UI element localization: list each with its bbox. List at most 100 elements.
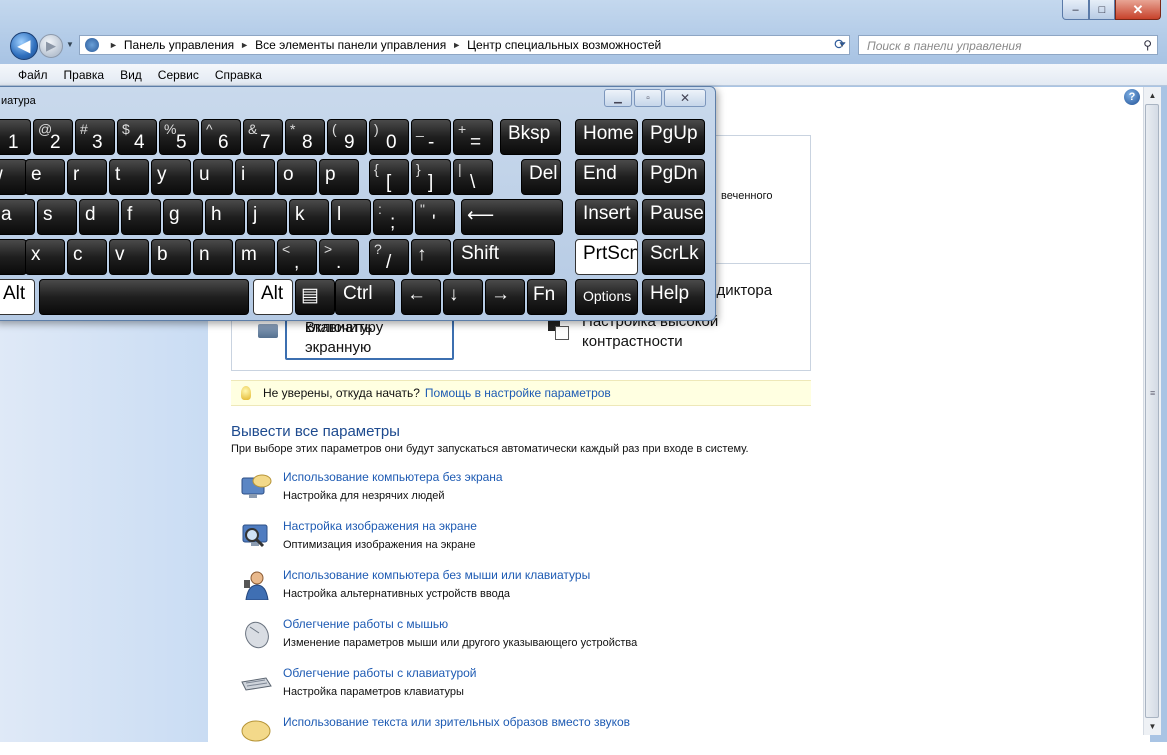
menu-view[interactable]: Вид <box>120 68 142 82</box>
key-5[interactable]: % 5 <box>159 119 199 155</box>
setting-title[interactable]: Облегчение работы с мышью <box>283 617 448 631</box>
key-shift[interactable]: Shift <box>453 239 555 275</box>
key-pgup[interactable]: PgUp <box>642 119 705 155</box>
key-8[interactable]: * 8 <box>285 119 325 155</box>
key-symbol-4-3[interactable]: ▤ <box>295 279 335 315</box>
key-2[interactable]: @2 <box>33 119 73 155</box>
key-symbol-3-9[interactable]: ? / <box>369 239 409 275</box>
key-d[interactable]: d <box>79 199 119 235</box>
key-prtscn[interactable]: PrtScn <box>575 239 638 275</box>
osk-minimize-button[interactable]: ▁ <box>604 89 632 107</box>
key-symbol-2-9[interactable]: :; <box>373 199 413 235</box>
address-bar[interactable]: ► Панель управления ► Все элементы панел… <box>79 35 850 55</box>
setting-title[interactable]: Использование компьютера без экрана <box>283 470 503 484</box>
back-button[interactable]: ◀ <box>10 32 38 60</box>
key-symbol-1-11[interactable]: | \ <box>453 159 493 195</box>
setting-title[interactable]: Облегчение работы с клавиатурой <box>283 666 477 680</box>
key-symbol-0-11[interactable]: + = <box>453 119 493 155</box>
key-9[interactable]: (9 <box>327 119 367 155</box>
key-symbol-3-8[interactable]: >. <box>319 239 359 275</box>
close-button[interactable]: ✕ <box>1115 0 1161 20</box>
help-settings-link[interactable]: Помощь в настройке параметров <box>425 386 611 400</box>
key-symbol-3-7[interactable]: <, <box>277 239 317 275</box>
forward-button[interactable]: ▶ <box>39 34 63 58</box>
key-m[interactable]: m <box>235 239 275 275</box>
key-j[interactable]: j <box>247 199 287 235</box>
key-fn[interactable]: Fn <box>527 279 567 315</box>
key-z[interactable]: z <box>0 239 27 275</box>
key-symbol-2-10[interactable]: " ' <box>415 199 455 235</box>
key-symbol-4-5[interactable]: ← <box>401 279 441 315</box>
key-c[interactable]: c <box>67 239 107 275</box>
breadcrumb-item-all-items[interactable]: Все элементы панели управления <box>255 38 446 52</box>
key-symbol-3-10[interactable]: ↑ <box>411 239 451 275</box>
menu-help[interactable]: Справка <box>215 68 262 82</box>
key-del[interactable]: Del <box>521 159 561 195</box>
key-space[interactable] <box>39 279 249 315</box>
refresh-button[interactable]: ⟳ <box>829 34 851 54</box>
help-icon[interactable]: ? <box>1124 89 1140 105</box>
key-pause[interactable]: Pause <box>642 199 705 235</box>
minimize-button[interactable]: ‒ <box>1062 0 1089 20</box>
setting-item-no-mouse-keyboard[interactable]: Использование компьютера без мыши или кл… <box>240 568 840 608</box>
scrollbar-thumb[interactable]: ≡ <box>1145 104 1159 718</box>
key-h[interactable]: h <box>205 199 245 235</box>
setting-title[interactable]: Использование текста или зрительных обра… <box>283 715 630 729</box>
setting-title[interactable]: Использование компьютера без мыши или кл… <box>283 568 590 582</box>
key-symbol-4-6[interactable]: ↓ <box>443 279 483 315</box>
maximize-button[interactable]: □ <box>1089 0 1115 20</box>
key-p[interactable]: p <box>319 159 359 195</box>
key-g[interactable]: g <box>163 199 203 235</box>
breadcrumb-separator-icon[interactable]: ► <box>240 40 249 50</box>
key-v[interactable]: v <box>109 239 149 275</box>
key-f[interactable]: f <box>121 199 161 235</box>
key-symbol-2-11[interactable]: ⟵ <box>461 199 563 235</box>
vertical-scrollbar[interactable]: ▲ ≡ ▼ <box>1143 87 1161 735</box>
scroll-up-icon[interactable]: ▲ <box>1144 87 1161 104</box>
search-icon[interactable]: ⚲ <box>1143 38 1152 52</box>
menu-file[interactable]: Файл <box>18 68 48 82</box>
osk-restore-button[interactable]: ▫ <box>634 89 662 107</box>
key-1[interactable]: !1 <box>0 119 31 155</box>
key-6[interactable]: ^ 6 <box>201 119 241 155</box>
breadcrumb-separator-icon[interactable]: ► <box>109 40 118 50</box>
key-s[interactable]: s <box>37 199 77 235</box>
key-symbol-0-10[interactable]: _ - <box>411 119 451 155</box>
breadcrumb-item-ease-of-access[interactable]: Центр специальных возможностей <box>467 38 661 52</box>
key-u[interactable]: u <box>193 159 233 195</box>
key-symbol-4-7[interactable]: → <box>485 279 525 315</box>
key-scrlk[interactable]: ScrLk <box>642 239 705 275</box>
key-i[interactable]: i <box>235 159 275 195</box>
key-symbol-1-9[interactable]: {[ <box>369 159 409 195</box>
key-symbol-1-10[interactable]: }] <box>411 159 451 195</box>
breadcrumb-separator-icon[interactable]: ► <box>452 40 461 50</box>
setting-title[interactable]: Настройка изображения на экране <box>283 519 477 533</box>
menu-edit[interactable]: Правка <box>64 68 105 82</box>
setting-item-no-display[interactable]: Использование компьютера без экрана Наст… <box>240 470 840 510</box>
osk-close-button[interactable]: ✕ <box>664 89 706 107</box>
setting-item-visual-sounds[interactable]: Использование текста или зрительных обра… <box>240 715 840 755</box>
key-alt[interactable]: Alt <box>0 279 35 315</box>
key-o[interactable]: o <box>277 159 317 195</box>
setting-item-keyboard[interactable]: Облегчение работы с клавиатурой Настройк… <box>240 666 840 706</box>
key-a[interactable]: a <box>0 199 35 235</box>
key-4[interactable]: $4 <box>117 119 157 155</box>
key-7[interactable]: & 7 <box>243 119 283 155</box>
setting-item-display[interactable]: Настройка изображения на экране Оптимиза… <box>240 519 840 559</box>
key-insert[interactable]: Insert <box>575 199 638 235</box>
key-b[interactable]: b <box>151 239 191 275</box>
key-help[interactable]: Help <box>642 279 705 315</box>
key-end[interactable]: End <box>575 159 638 195</box>
key-home[interactable]: Home <box>575 119 638 155</box>
key-0[interactable]: ) 0 <box>369 119 409 155</box>
key-alt[interactable]: Alt <box>253 279 293 315</box>
key-n[interactable]: n <box>193 239 233 275</box>
key-bksp[interactable]: Bksp <box>500 119 561 155</box>
setting-item-mouse[interactable]: Облегчение работы с мышью Изменение пара… <box>240 617 840 657</box>
menu-tools[interactable]: Сервис <box>158 68 199 82</box>
key-pgdn[interactable]: PgDn <box>642 159 705 195</box>
breadcrumb-item-control-panel[interactable]: Панель управления <box>124 38 234 52</box>
key-w[interactable]: w <box>0 159 27 195</box>
scroll-down-icon[interactable]: ▼ <box>1144 718 1161 735</box>
key-ctrl[interactable]: Ctrl <box>335 279 395 315</box>
